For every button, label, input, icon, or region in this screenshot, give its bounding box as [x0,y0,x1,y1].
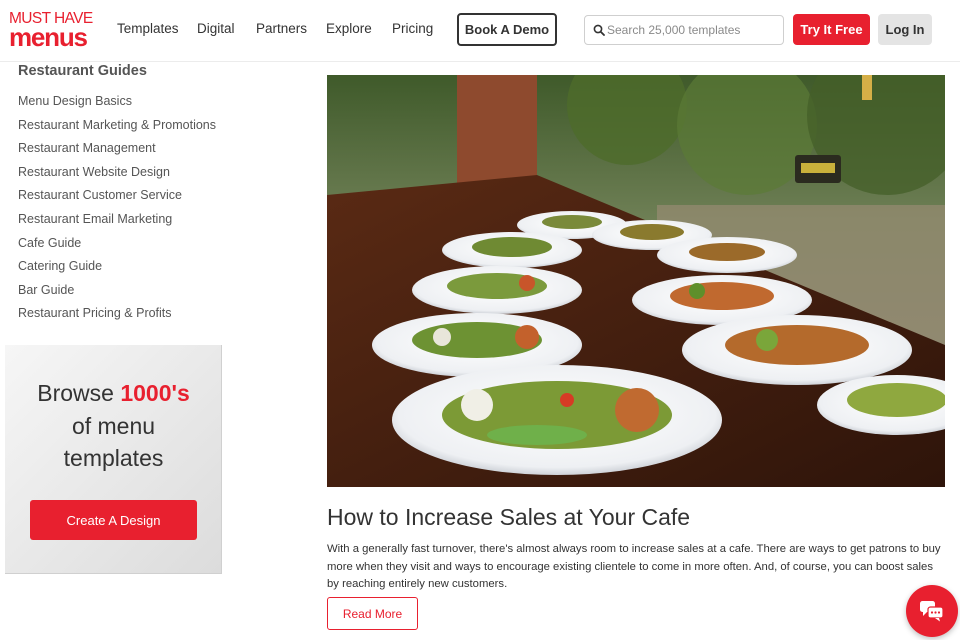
search-input[interactable] [607,17,781,43]
sidebar-item-pricing-profits[interactable]: Restaurant Pricing & Profits [18,306,216,330]
sidebar-item-management[interactable]: Restaurant Management [18,141,216,165]
sidebar-item-email-marketing[interactable]: Restaurant Email Marketing [18,212,216,236]
food-plates-photo [327,75,945,487]
search-box[interactable] [584,15,784,45]
promo-line-2: of menu [71,412,156,439]
read-more-button[interactable]: Read More [327,597,418,630]
sidebar-item-cafe-guide[interactable]: Cafe Guide [18,236,216,260]
article-title[interactable]: How to Increase Sales at Your Cafe [327,504,690,531]
create-design-button[interactable]: Create A Design [30,500,197,540]
promo-highlight: 1000's [120,380,190,406]
logo[interactable]: MUST HAVE menus [9,11,99,52]
promo-browse: Browse [37,380,114,406]
sidebar-item-menu-design-basics[interactable]: Menu Design Basics [18,94,216,118]
try-free-button[interactable]: Try It Free [793,14,870,45]
nav-partners[interactable]: Partners [256,21,307,36]
sidebar-item-website-design[interactable]: Restaurant Website Design [18,165,216,189]
sidebar-item-bar-guide[interactable]: Bar Guide [18,283,216,307]
nav-pricing[interactable]: Pricing [392,21,433,36]
nav-digital[interactable]: Digital [197,21,235,36]
article-hero-image[interactable] [327,75,945,487]
article-excerpt: With a generally fast turnover, there's … [327,543,941,590]
sidebar-item-catering-guide[interactable]: Catering Guide [18,259,216,283]
logo-bottom-text: menus [9,22,88,52]
login-button[interactable]: Log In [878,14,932,45]
sidebar-title: Restaurant Guides [18,63,147,79]
promo-banner: Browse 1000's of menu templates Create A… [5,345,222,574]
nav-templates[interactable]: Templates [117,21,179,36]
chat-bubbles-icon [920,601,944,622]
search-icon [593,24,605,36]
promo-text: Browse 1000's of menu templates [5,377,222,475]
chat-widget-button[interactable] [906,585,958,637]
sidebar-guide-list: Menu Design Basics Restaurant Marketing … [18,94,216,330]
promo-line-3: templates [63,445,164,471]
sidebar-item-customer-service[interactable]: Restaurant Customer Service [18,188,216,212]
site-header: MUST HAVE menus Templates Digital Partne… [0,0,960,62]
book-demo-button[interactable]: Book A Demo [457,13,557,46]
nav-explore[interactable]: Explore [326,21,372,36]
sidebar-item-marketing-promotions[interactable]: Restaurant Marketing & Promotions [18,118,216,142]
